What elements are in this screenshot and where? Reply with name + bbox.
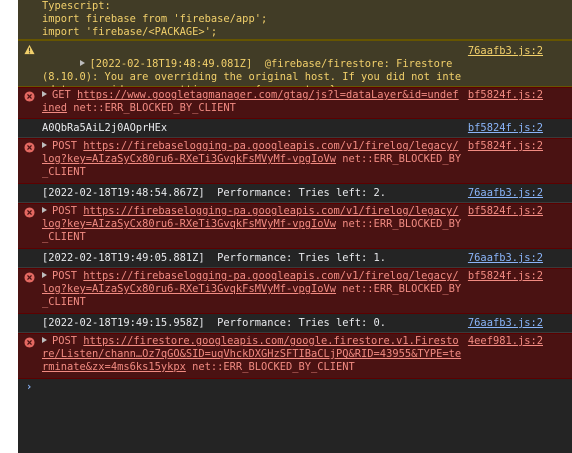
code-snippet: Typescript: import firebase from 'fireba… [18,0,572,40]
console-error-row[interactable]: POST https://firestore.googleapis.com/go… [18,333,572,379]
code-line-1: Typescript: [42,0,111,12]
http-method: POST [52,335,84,347]
console-log-row[interactable]: [2022-02-18T19:48:54.867Z] Performance: … [18,184,572,203]
expand-triangle-icon[interactable] [42,272,47,278]
source-file-link[interactable]: bf5824f.js:2 [468,122,543,135]
log-message: A0QbRa5AiL2j0AOprHEx [42,122,168,134]
console-error-row[interactable]: POST https://firebaselogging-pa.googleap… [18,203,572,249]
expand-triangle-icon[interactable] [42,142,47,148]
warning-source-link[interactable]: 76aafb3.js:2 [468,45,543,58]
warning-triangle-icon [24,44,35,55]
error-x-circle-icon [24,142,35,153]
error-x-circle-icon [24,337,35,348]
http-method: POST [52,270,84,282]
code-line-2: import firebase from 'firebase/app'; [42,13,268,25]
console-warning[interactable]: [2022-02-18T19:48:49.081Z] @firebase/fir… [18,40,572,96]
expand-triangle-icon[interactable] [79,60,85,66]
log-message: [2022-02-18T19:49:15.958Z] Performance: … [42,317,387,329]
console-log-row[interactable]: [2022-02-18T19:49:15.958Z] Performance: … [18,314,572,333]
error-x-circle-icon [24,272,35,283]
console-log-row[interactable]: [2022-02-18T19:49:05.881Z] Performance: … [18,249,572,268]
error-message: POST https://firebaselogging-pa.googleap… [42,205,462,244]
expand-triangle-icon[interactable] [42,91,47,97]
source-file-link[interactable]: 76aafb3.js:2 [468,187,543,200]
error-x-circle-icon [24,91,35,102]
console-error-row[interactable]: POST https://firebaselogging-pa.googleap… [18,268,572,314]
log-message: [2022-02-18T19:49:05.881Z] Performance: … [42,252,387,264]
devtools-console: Typescript: import firebase from 'fireba… [18,0,572,453]
console-log-row[interactable]: A0QbRa5AiL2j0AOprHEx bf5824f.js:2 [18,119,572,138]
error-message: GET https://www.googletagmanager.com/gta… [42,89,462,115]
console-error-row[interactable]: GET https://www.googletagmanager.com/gta… [18,87,572,119]
error-x-circle-icon [24,207,35,218]
error-message: POST https://firebaselogging-pa.googleap… [42,140,462,179]
source-file-link[interactable]: bf5824f.js:2 [468,89,543,102]
source-file-link[interactable]: 76aafb3.js:2 [468,317,543,330]
http-method: POST [52,205,84,217]
error-code: net::ERR_BLOCKED_BY_CLIENT [67,102,236,114]
error-code: net::ERR_BLOCKED_BY_CLIENT [185,361,355,373]
chevron-right-icon: › [26,381,33,393]
error-message: POST https://firestore.googleapis.com/go… [42,335,462,374]
console-error-row[interactable]: POST https://firebaselogging-pa.googleap… [18,138,572,184]
source-file-link[interactable]: 76aafb3.js:2 [468,252,543,265]
source-file-link[interactable]: bf5824f.js:2 [468,205,543,218]
expand-triangle-icon[interactable] [42,337,47,343]
http-method: GET [52,89,78,101]
source-file-link[interactable]: 4eef981.js:2 [468,335,543,348]
http-method: POST [52,140,84,152]
expand-triangle-icon[interactable] [42,207,47,213]
source-file-link[interactable]: bf5824f.js:2 [468,140,543,153]
code-line-3: import 'firebase/<PACKAGE>'; [42,26,218,38]
log-message: [2022-02-18T19:48:54.867Z] Performance: … [42,187,387,199]
source-file-link[interactable]: bf5824f.js:2 [468,270,543,283]
error-message: POST https://firebaselogging-pa.googleap… [42,270,462,309]
